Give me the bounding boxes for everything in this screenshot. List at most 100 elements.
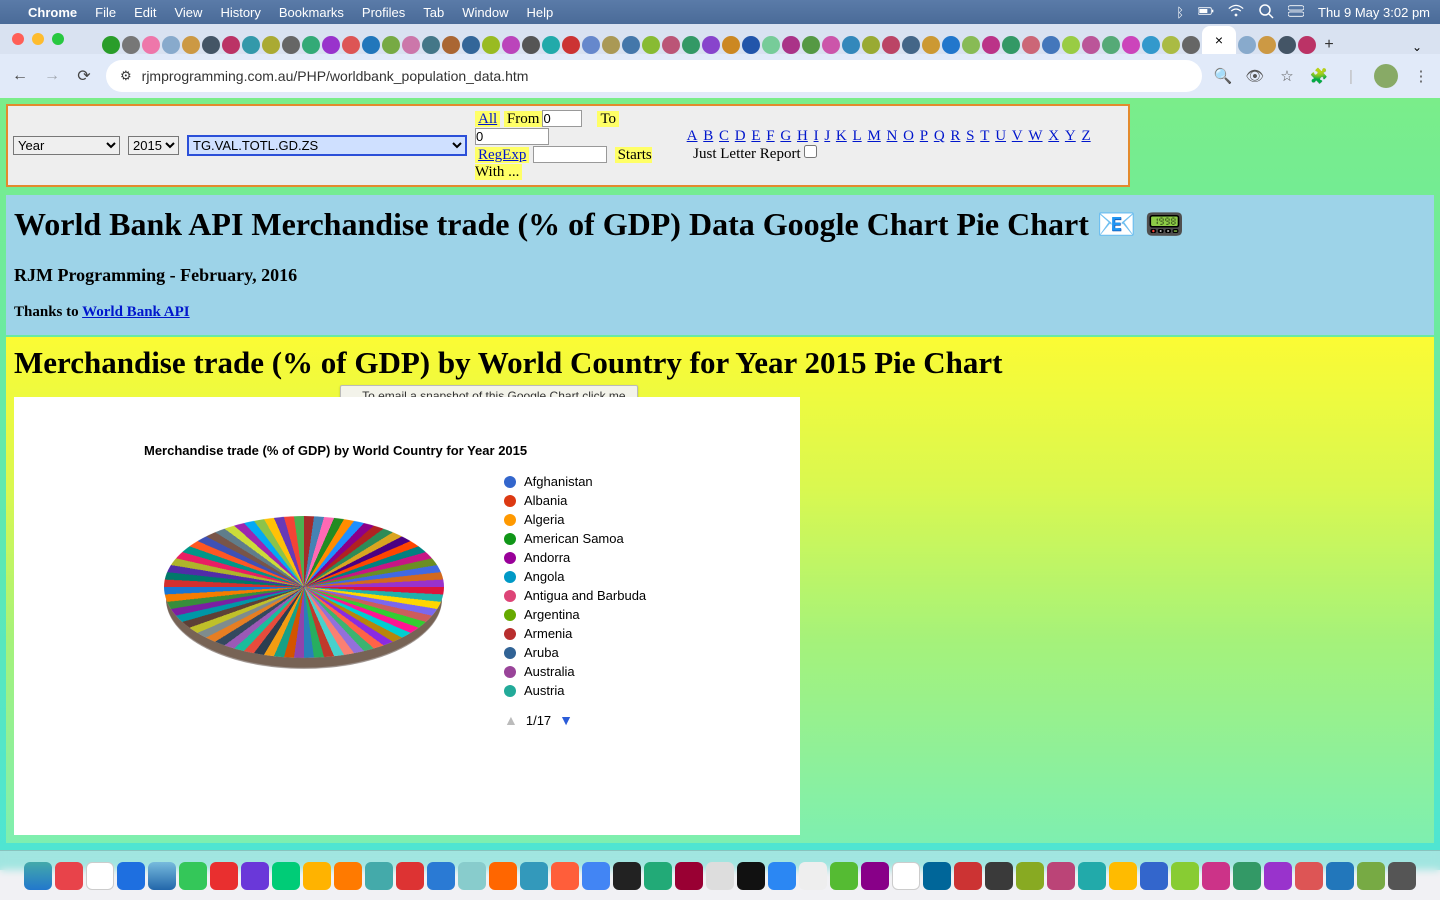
window-minimize[interactable] <box>32 33 44 45</box>
tab-pinned[interactable] <box>322 36 340 54</box>
tab-pinned[interactable] <box>1122 36 1140 54</box>
menu-history[interactable]: History <box>220 5 260 20</box>
close-tab-icon[interactable]: × <box>1215 32 1223 48</box>
legend-item[interactable]: Armenia <box>504 624 646 643</box>
tab-pinned[interactable] <box>1062 36 1080 54</box>
pager-icon[interactable]: 📟 <box>1145 205 1185 243</box>
tab-pinned[interactable] <box>282 36 300 54</box>
dock-app[interactable] <box>489 862 517 890</box>
tab-pinned[interactable] <box>862 36 880 54</box>
tab-pinned[interactable] <box>1022 36 1040 54</box>
indicator-select[interactable]: TG.VAL.TOTL.GD.ZS <box>187 135 467 156</box>
tab-pinned[interactable] <box>822 36 840 54</box>
tab-pinned[interactable] <box>422 36 440 54</box>
extensions-icon[interactable]: 🧩 <box>1310 67 1328 85</box>
tab-pinned[interactable] <box>442 36 460 54</box>
new-tab-button[interactable]: + <box>1318 36 1340 54</box>
alpha-link[interactable]: I <box>813 128 820 144</box>
legend-item[interactable]: Australia <box>504 662 646 681</box>
legend-item[interactable]: Afghanistan <box>504 472 646 491</box>
dock-app-tv[interactable] <box>737 862 765 890</box>
dock-app[interactable] <box>644 862 672 890</box>
dock-app[interactable] <box>1171 862 1199 890</box>
bluetooth-icon[interactable]: ᛒ <box>1176 5 1184 20</box>
alpha-link[interactable]: Z <box>1080 128 1091 144</box>
menu-file[interactable]: File <box>95 5 116 20</box>
tab-pinned[interactable] <box>1182 36 1200 54</box>
dock-app[interactable] <box>520 862 548 890</box>
dock-app-calendar[interactable] <box>86 862 114 890</box>
wifi-icon[interactable] <box>1228 3 1244 22</box>
tab-pinned[interactable] <box>222 36 240 54</box>
tab-pinned[interactable] <box>262 36 280 54</box>
tab-pinned[interactable] <box>182 36 200 54</box>
dock-app[interactable] <box>1357 862 1385 890</box>
alpha-link[interactable]: B <box>702 128 714 144</box>
alpha-link[interactable]: J <box>823 128 831 144</box>
back-button[interactable]: ← <box>10 66 30 86</box>
alpha-link[interactable]: N <box>886 128 899 144</box>
tab-pinned[interactable] <box>642 36 660 54</box>
legend-item[interactable]: Albania <box>504 491 646 510</box>
tab-pinned[interactable] <box>742 36 760 54</box>
tab-pinned[interactable] <box>1162 36 1180 54</box>
just-letter-checkbox[interactable] <box>804 145 817 158</box>
tab-pinned[interactable] <box>1278 36 1296 54</box>
tab-pinned[interactable] <box>162 36 180 54</box>
menu-edit[interactable]: Edit <box>134 5 156 20</box>
tab-pinned[interactable] <box>1082 36 1100 54</box>
tab-pinned[interactable] <box>982 36 1000 54</box>
alpha-link[interactable]: L <box>852 128 863 144</box>
tab-pinned[interactable] <box>882 36 900 54</box>
dock-app-finder[interactable] <box>24 862 52 890</box>
tab-pinned[interactable] <box>402 36 420 54</box>
eye-icon[interactable]: 👁 <box>1246 67 1264 85</box>
profile-avatar[interactable] <box>1374 64 1398 88</box>
alpha-link[interactable]: H <box>796 128 809 144</box>
dock-app[interactable] <box>1264 862 1292 890</box>
alpha-link[interactable]: T <box>979 128 990 144</box>
dock-app[interactable] <box>1047 862 1075 890</box>
dock-app[interactable] <box>1326 862 1354 890</box>
dock-app[interactable] <box>1233 862 1261 890</box>
tab-pinned[interactable] <box>502 36 520 54</box>
dock-app-appstore[interactable] <box>768 862 796 890</box>
dock-app[interactable] <box>1078 862 1106 890</box>
dock-app-podcasts[interactable] <box>861 862 889 890</box>
tab-pinned[interactable] <box>1142 36 1160 54</box>
legend-prev-icon[interactable]: ▲ <box>504 712 518 728</box>
type-select[interactable]: Year <box>13 136 120 155</box>
dock-app-messages[interactable] <box>179 862 207 890</box>
tab-pinned[interactable] <box>762 36 780 54</box>
menu-view[interactable]: View <box>174 5 202 20</box>
email-icon[interactable]: 📧 <box>1097 205 1137 243</box>
menu-bookmarks[interactable]: Bookmarks <box>279 5 344 20</box>
tab-pinned[interactable] <box>302 36 320 54</box>
dock-app[interactable] <box>1140 862 1168 890</box>
legend-item[interactable]: Angola <box>504 567 646 586</box>
legend-item[interactable]: Algeria <box>504 510 646 529</box>
alpha-link[interactable]: F <box>765 128 775 144</box>
tab-pinned[interactable] <box>462 36 480 54</box>
dock-app[interactable] <box>985 862 1013 890</box>
zoom-icon[interactable]: 🔍 <box>1214 67 1232 85</box>
menu-help[interactable]: Help <box>527 5 554 20</box>
dock-app-mail[interactable] <box>117 862 145 890</box>
dock-app[interactable] <box>241 862 269 890</box>
tab-pinned[interactable] <box>562 36 580 54</box>
chrome-menu-icon[interactable]: ⋮ <box>1412 67 1430 85</box>
menu-tab[interactable]: Tab <box>423 5 444 20</box>
from-input[interactable] <box>542 110 582 127</box>
tab-pinned[interactable] <box>1298 36 1316 54</box>
dock-app-trash[interactable] <box>1388 862 1416 890</box>
alpha-link[interactable]: E <box>750 128 761 144</box>
legend-item[interactable]: Argentina <box>504 605 646 624</box>
tab-pinned[interactable] <box>682 36 700 54</box>
tab-pinned[interactable] <box>662 36 680 54</box>
legend-item[interactable]: Aruba <box>504 643 646 662</box>
dock-app-music[interactable] <box>55 862 83 890</box>
menu-profiles[interactable]: Profiles <box>362 5 405 20</box>
tab-pinned[interactable] <box>942 36 960 54</box>
address-bar[interactable]: ⚙ rjmprogramming.com.au/PHP/worldbank_po… <box>106 60 1202 92</box>
app-name-menu[interactable]: Chrome <box>28 5 77 20</box>
